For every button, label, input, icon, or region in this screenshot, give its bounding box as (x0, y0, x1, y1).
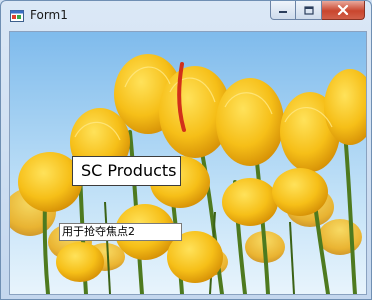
caption-buttons (270, 1, 365, 21)
sc-products-label: SC Products (72, 156, 181, 186)
focus-grab-textbox[interactable]: 用于抢夺焦点2 (59, 223, 182, 241)
form-client-area: SC Products 用于抢夺焦点2 (9, 31, 367, 295)
minimize-button[interactable] (270, 1, 296, 20)
windows-form-icon (10, 9, 24, 23)
minimize-icon (279, 11, 287, 13)
window-title: Form1 (30, 8, 68, 22)
tulips-background-image (10, 32, 366, 294)
app-window: Form1 SC Products 用于抢夺焦点2 (0, 0, 372, 300)
maximize-button[interactable] (296, 1, 322, 20)
close-button[interactable] (322, 1, 365, 20)
title-bar[interactable]: Form1 (1, 1, 371, 31)
maximize-icon (303, 5, 314, 15)
close-icon (337, 5, 349, 15)
